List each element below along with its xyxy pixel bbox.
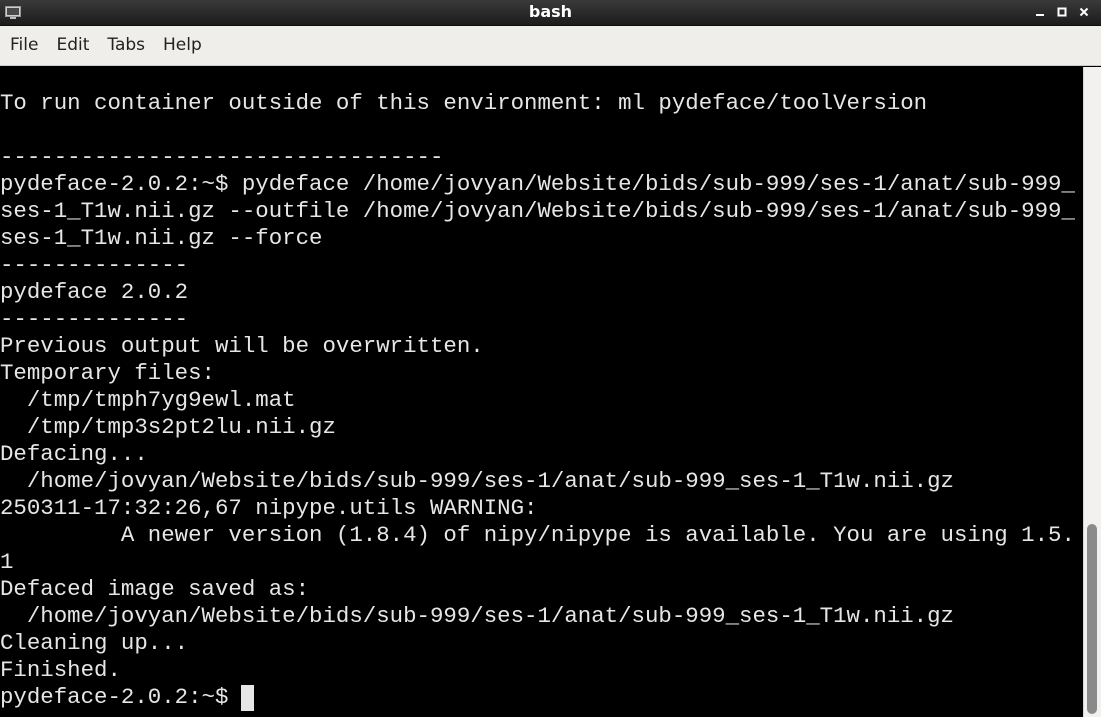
menu-file[interactable]: File	[1, 29, 47, 63]
terminal-line: Defacing...	[0, 441, 148, 467]
terminal-line: --------------	[0, 252, 189, 278]
terminal-line: To run container outside of this environ…	[0, 90, 928, 116]
terminal-output[interactable]: To run container outside of this environ…	[0, 67, 1083, 717]
maximize-button[interactable]	[1051, 3, 1073, 23]
terminal-line: --------------	[0, 306, 189, 332]
terminal-line: Cleaning up...	[0, 630, 189, 656]
window-controls	[1029, 0, 1095, 26]
terminal-line: Finished.	[0, 657, 121, 683]
prompt-line[interactable]: pydeface-2.0.2:~$	[0, 684, 1075, 711]
minimize-icon	[1035, 4, 1045, 22]
text-cursor	[241, 684, 255, 711]
terminal-line: pydeface-2.0.2:~$ pydeface /home/jovyan/…	[0, 171, 1075, 197]
terminal-line: 250311-17:32:26,67 nipype.utils WARNING:	[0, 495, 538, 521]
window-title: bash	[528, 2, 573, 21]
menu-bar: File Edit Tabs Help	[0, 26, 1101, 66]
menu-edit[interactable]: Edit	[47, 29, 98, 63]
vertical-scrollbar[interactable]	[1083, 67, 1101, 717]
menu-help[interactable]: Help	[154, 29, 211, 63]
close-button[interactable]	[1073, 3, 1095, 23]
terminal-window: bash File Edit Tabs Help To run containe…	[0, 0, 1101, 717]
title-bar[interactable]: bash	[0, 0, 1101, 26]
terminal-line: ---------------------------------	[0, 144, 444, 170]
terminal-line: A newer version (1.8.4) of nipy/nipype i…	[0, 522, 1075, 548]
terminal-line: Temporary files:	[0, 360, 215, 386]
scrollbar-thumb[interactable]	[1087, 524, 1097, 714]
menu-tabs[interactable]: Tabs	[98, 29, 154, 63]
terminal-line: Previous output will be overwritten.	[0, 333, 484, 359]
terminal-line: /tmp/tmp3s2pt2lu.nii.gz	[0, 414, 336, 440]
terminal-line: /home/jovyan/Website/bids/sub-999/ses-1/…	[0, 468, 954, 494]
terminal-line: pydeface 2.0.2	[0, 279, 189, 305]
shell-prompt: pydeface-2.0.2:~$	[0, 684, 229, 710]
maximize-icon	[1057, 4, 1067, 22]
terminal-lines: To run container outside of this environ…	[0, 90, 1075, 711]
terminal-line: /home/jovyan/Website/bids/sub-999/ses-1/…	[0, 603, 954, 629]
close-icon	[1079, 4, 1089, 22]
terminal-line: ses-1_T1w.nii.gz --outfile /home/jovyan/…	[0, 198, 1075, 224]
terminal-line: Defaced image saved as:	[0, 576, 310, 602]
terminal-line: /tmp/tmph7yg9ewl.mat	[0, 387, 296, 413]
terminal-line: ses-1_T1w.nii.gz --force	[0, 225, 323, 251]
minimize-button[interactable]	[1029, 3, 1051, 23]
terminal-line: 1	[0, 549, 14, 575]
